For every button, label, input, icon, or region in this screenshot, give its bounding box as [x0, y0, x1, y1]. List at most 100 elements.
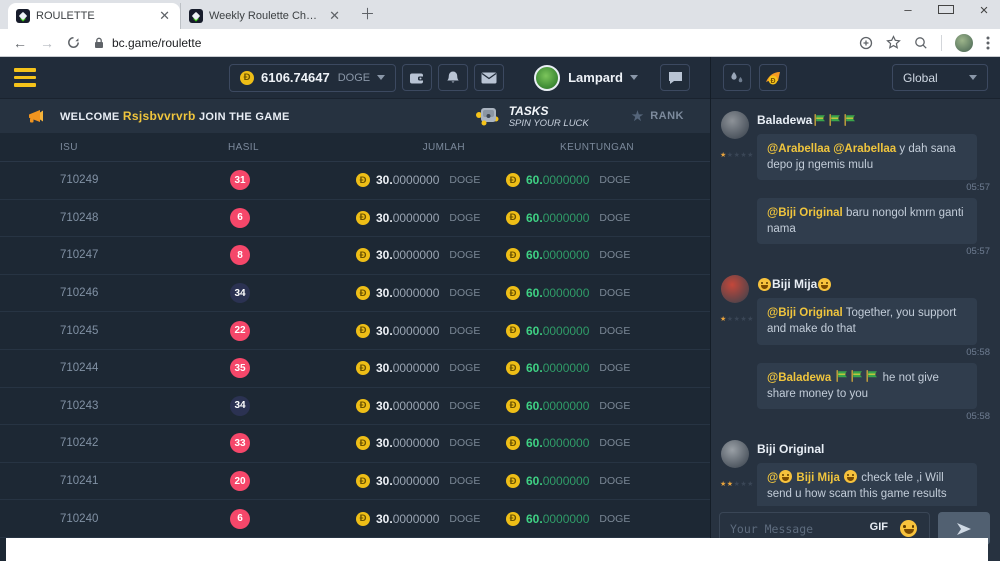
- chat-room-select[interactable]: Global: [892, 64, 988, 91]
- balance-currency: DOGE: [338, 72, 370, 84]
- currency-label: DOGE: [599, 287, 630, 299]
- amount: 60.0000000: [526, 474, 589, 488]
- user-mention[interactable]: @: [767, 472, 778, 484]
- chat-avatar[interactable]: [721, 111, 749, 139]
- doge-coin-icon: Ð: [356, 512, 370, 526]
- star-icon: ★: [727, 152, 734, 159]
- user-mention[interactable]: @Biji Original: [767, 307, 843, 319]
- currency-label: DOGE: [449, 437, 480, 449]
- messages-button[interactable]: [474, 64, 504, 91]
- user-mention[interactable]: @Baladewa: [767, 372, 834, 384]
- table-row[interactable]: 71024120Ð30.0000000DOGEÐ60.0000000DOGE: [0, 463, 710, 501]
- chat-username[interactable]: Biji Original: [757, 442, 990, 456]
- user-menu[interactable]: Lampard: [534, 65, 638, 91]
- message-time: 05:58: [757, 347, 990, 358]
- megaphone-icon: [26, 108, 46, 125]
- result-badge: 33: [230, 433, 250, 453]
- url-bar: ← → bc.game/roulette: [0, 29, 1000, 57]
- message-text: Biji Mija: [772, 277, 817, 291]
- cell-keuntungan: Ð60.0000000DOGE: [490, 173, 710, 187]
- table-row[interactable]: 71024435Ð30.0000000DOGEÐ60.0000000DOGE: [0, 350, 710, 388]
- zoom-page-icon[interactable]: [859, 36, 873, 50]
- cell-hasil: 33: [170, 433, 310, 453]
- back-icon[interactable]: ←: [13, 35, 27, 51]
- amount: 30.0000000: [376, 512, 439, 526]
- chat-username[interactable]: Baladewa: [757, 113, 990, 127]
- results-table-header: ISU HASIL JUMLAH KEUNTUNGAN: [0, 133, 710, 161]
- user-mention[interactable]: @Arabellaa: [767, 143, 830, 155]
- cell-keuntungan: Ð60.0000000DOGE: [490, 211, 710, 225]
- table-row[interactable]: 71024334Ð30.0000000DOGEÐ60.0000000DOGE: [0, 388, 710, 426]
- search-icon[interactable]: [914, 36, 928, 50]
- notifications-button[interactable]: [438, 64, 468, 91]
- window-controls: – ×: [900, 2, 992, 19]
- user-mention[interactable]: Biji Mija: [793, 472, 843, 484]
- chat-username[interactable]: Biji Mija: [757, 277, 990, 291]
- browser-profile-avatar[interactable]: [955, 34, 973, 52]
- amount: 30.0000000: [376, 361, 439, 375]
- tab-title: ROULETTE: [36, 10, 151, 22]
- coin-drop-button[interactable]: Ð: [759, 64, 787, 91]
- new-tab-button[interactable]: ＋: [360, 3, 375, 24]
- message-text: Biji Original: [757, 442, 824, 456]
- rank-shortcut[interactable]: ★ RANK: [631, 107, 684, 125]
- result-badge: 22: [230, 321, 250, 341]
- cell-jumlah: Ð30.0000000DOGE: [310, 399, 490, 413]
- balance-selector[interactable]: Ð 6106.74647 DOGE: [229, 64, 396, 92]
- cell-hasil: 8: [170, 245, 310, 265]
- menu-hamburger-icon[interactable]: [14, 68, 36, 87]
- table-row[interactable]: 7102478Ð30.0000000DOGEÐ60.0000000DOGE: [0, 237, 710, 275]
- cell-isu: 710240: [0, 513, 170, 525]
- cell-isu: 710249: [0, 174, 170, 186]
- minimize-button[interactable]: –: [900, 2, 916, 19]
- user-mention[interactable]: @Biji Original: [767, 207, 843, 219]
- tasks-shortcut[interactable]: TASKS SPIN YOUR LUCK: [475, 104, 589, 129]
- table-row[interactable]: 71024931Ð30.0000000DOGEÐ60.0000000DOGE: [0, 162, 710, 200]
- amount: 60.0000000: [526, 248, 589, 262]
- chat-toggle-button[interactable]: [660, 64, 690, 91]
- table-row[interactable]: 7102486Ð30.0000000DOGEÐ60.0000000DOGE: [0, 200, 710, 238]
- app: Ð 6106.74647 DOGE: [0, 57, 1000, 561]
- message-time: 05:58: [757, 411, 990, 422]
- address-field[interactable]: bc.game/roulette: [94, 36, 859, 50]
- bell-icon: [446, 70, 460, 85]
- column-header-jumlah: JUMLAH: [310, 142, 490, 153]
- currency-label: DOGE: [449, 362, 480, 374]
- page-bottom-white-strip: [6, 538, 988, 561]
- svg-text:Ð: Ð: [770, 78, 775, 85]
- wallet-button[interactable]: [402, 64, 432, 91]
- message-bubble: @ Biji Mija check tele ,i Will send u ho…: [757, 463, 977, 506]
- tasks-title: TASKS: [509, 104, 589, 118]
- maximize-button[interactable]: [938, 2, 954, 19]
- result-badge: 34: [230, 396, 250, 416]
- user-mention[interactable]: @Arabellaa: [833, 143, 896, 155]
- forward-icon[interactable]: →: [40, 35, 54, 51]
- chat-avatar[interactable]: [721, 440, 749, 468]
- tab-weekly-challenge[interactable]: Weekly Roulette Challenge - Win ✕: [180, 3, 350, 29]
- amount: 60.0000000: [526, 512, 589, 526]
- table-row[interactable]: 7102406Ð30.0000000DOGEÐ60.0000000DOGE: [0, 500, 710, 538]
- rain-button[interactable]: [723, 64, 751, 91]
- tab-roulette[interactable]: ROULETTE ✕: [8, 3, 180, 29]
- table-row[interactable]: 71024522Ð30.0000000DOGEÐ60.0000000DOGE: [0, 312, 710, 350]
- chat-group-left: ★★★★★: [719, 111, 757, 262]
- emoji-picker-icon[interactable]: [899, 520, 916, 537]
- cell-jumlah: Ð30.0000000DOGE: [310, 324, 490, 338]
- currency-label: DOGE: [599, 400, 630, 412]
- cell-isu: 710243: [0, 400, 170, 412]
- reload-icon[interactable]: [67, 36, 80, 49]
- bookmark-star-icon[interactable]: [886, 35, 901, 50]
- tab-close-icon[interactable]: ✕: [157, 8, 172, 24]
- chrome-menu-icon[interactable]: [986, 36, 990, 50]
- close-window-button[interactable]: ×: [976, 2, 992, 19]
- tab-close-icon[interactable]: ✕: [327, 8, 342, 24]
- flag-emoji: [865, 370, 878, 382]
- doge-coin-icon: Ð: [506, 211, 520, 225]
- table-row[interactable]: 71024634Ð30.0000000DOGEÐ60.0000000DOGE: [0, 275, 710, 313]
- chat-avatar[interactable]: [721, 275, 749, 303]
- gif-button[interactable]: GIF: [870, 521, 888, 533]
- message-bubble: @Biji Original Together, you support and…: [757, 298, 977, 344]
- chevron-down-icon: [377, 75, 385, 80]
- urlbar-actions: [859, 34, 990, 52]
- table-row[interactable]: 71024233Ð30.0000000DOGEÐ60.0000000DOGE: [0, 425, 710, 463]
